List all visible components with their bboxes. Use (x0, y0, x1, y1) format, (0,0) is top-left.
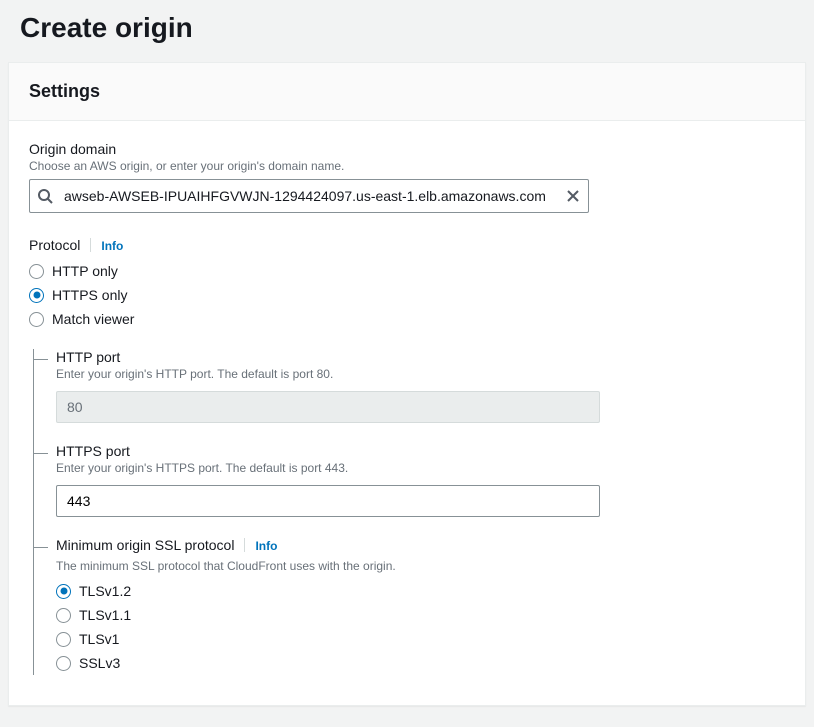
protocol-radio-http[interactable]: HTTP only (29, 259, 785, 283)
origin-domain-hint: Choose an AWS origin, or enter your orig… (29, 159, 785, 173)
protocol-radio-https[interactable]: HTTPS only (29, 283, 785, 307)
divider (244, 538, 245, 552)
ssl-radio-tls12[interactable]: TLSv1.2 (56, 579, 785, 603)
http-port-field: HTTP port Enter your origin's HTTP port.… (34, 349, 785, 423)
radio-icon (56, 632, 71, 647)
radio-icon (56, 584, 71, 599)
radio-label: TLSv1.2 (79, 583, 131, 599)
radio-label: TLSv1.1 (79, 607, 131, 623)
ssl-label: Minimum origin SSL protocol (56, 537, 234, 553)
radio-icon (29, 288, 44, 303)
radio-label: Match viewer (52, 311, 134, 327)
protocol-field: Protocol Info HTTP only HTTPS only Match… (29, 237, 785, 331)
ssl-field: Minimum origin SSL protocol Info The min… (34, 537, 785, 675)
origin-domain-label: Origin domain (29, 141, 785, 157)
https-port-label: HTTPS port (56, 443, 785, 459)
panel-title: Settings (29, 81, 785, 102)
radio-icon (56, 656, 71, 671)
http-port-hint: Enter your origin's HTTP port. The defau… (56, 367, 785, 381)
ssl-hint: The minimum SSL protocol that CloudFront… (56, 559, 785, 573)
ssl-info-link[interactable]: Info (255, 539, 277, 553)
http-port-input (56, 391, 600, 423)
ssl-radio-tls11[interactable]: TLSv1.1 (56, 603, 785, 627)
radio-label: SSLv3 (79, 655, 120, 671)
divider (90, 238, 91, 252)
http-port-label: HTTP port (56, 349, 785, 365)
radio-icon (29, 264, 44, 279)
origin-domain-field: Origin domain Choose an AWS origin, or e… (29, 141, 785, 213)
protocol-radio-match[interactable]: Match viewer (29, 307, 785, 331)
panel-body: Origin domain Choose an AWS origin, or e… (9, 121, 805, 705)
protocol-label: Protocol (29, 237, 80, 253)
panel-header: Settings (9, 63, 805, 121)
radio-icon (29, 312, 44, 327)
protocol-subsection: HTTP port Enter your origin's HTTP port.… (33, 349, 785, 675)
https-port-field: HTTPS port Enter your origin's HTTPS por… (34, 443, 785, 517)
search-icon (37, 188, 53, 204)
radio-label: HTTP only (52, 263, 118, 279)
ssl-radio-tls1[interactable]: TLSv1 (56, 627, 785, 651)
radio-label: TLSv1 (79, 631, 119, 647)
protocol-info-link[interactable]: Info (101, 239, 123, 253)
ssl-radio-group: TLSv1.2 TLSv1.1 TLSv1 SSLv3 (56, 579, 785, 675)
ssl-radio-sslv3[interactable]: SSLv3 (56, 651, 785, 675)
https-port-input[interactable] (56, 485, 600, 517)
origin-domain-input[interactable] (29, 179, 589, 213)
protocol-radio-group: HTTP only HTTPS only Match viewer (29, 259, 785, 331)
https-port-hint: Enter your origin's HTTPS port. The defa… (56, 461, 785, 475)
radio-label: HTTPS only (52, 287, 127, 303)
page-title: Create origin (0, 0, 814, 62)
settings-panel: Settings Origin domain Choose an AWS ori… (8, 62, 806, 706)
clear-icon[interactable] (565, 188, 581, 204)
radio-icon (56, 608, 71, 623)
